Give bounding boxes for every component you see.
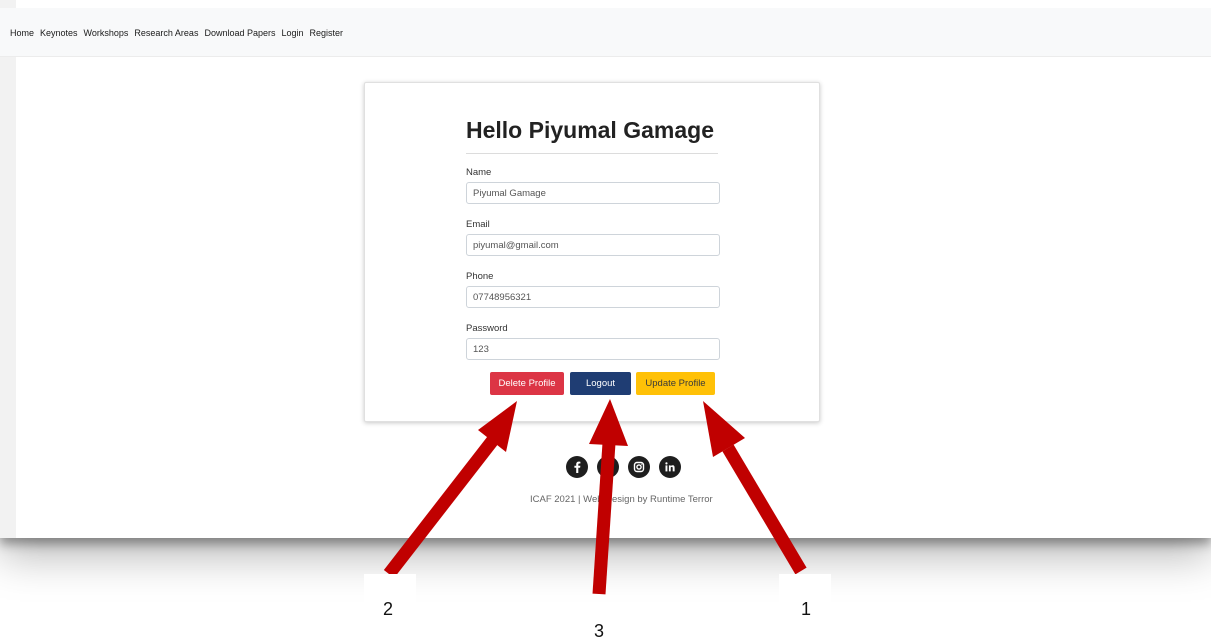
social-links bbox=[566, 456, 681, 478]
email-field[interactable] bbox=[466, 234, 720, 256]
logout-button[interactable]: Logout bbox=[570, 372, 631, 395]
profile-card: Hello Piyumal Gamage Name Email Phone Pa… bbox=[364, 82, 820, 422]
nav-home[interactable]: Home bbox=[10, 28, 34, 38]
facebook-icon[interactable] bbox=[566, 456, 588, 478]
linkedin-icon[interactable] bbox=[659, 456, 681, 478]
page-title: Hello Piyumal Gamage bbox=[466, 117, 714, 143]
password-field[interactable] bbox=[466, 338, 720, 360]
callout-label-3: 3 bbox=[594, 621, 605, 641]
nav-keynotes[interactable]: Keynotes bbox=[40, 28, 78, 38]
browser-window: Home Keynotes Workshops Research Areas D… bbox=[0, 0, 1211, 538]
callout-label-1: 1 bbox=[801, 599, 812, 619]
footer-text: ICAF 2021 | Web Design by Runtime Terror bbox=[530, 494, 713, 505]
email-label: Email bbox=[466, 219, 490, 230]
nav-register[interactable]: Register bbox=[310, 28, 344, 38]
nav-login[interactable]: Login bbox=[282, 28, 304, 38]
callout-label-2: 2 bbox=[383, 599, 394, 619]
update-profile-button[interactable]: Update Profile bbox=[636, 372, 715, 395]
twitter-icon[interactable] bbox=[597, 456, 619, 478]
password-label: Password bbox=[466, 323, 508, 334]
name-field[interactable] bbox=[466, 182, 720, 204]
name-label: Name bbox=[466, 167, 492, 178]
phone-label: Phone bbox=[466, 271, 494, 282]
nav-links: Home Keynotes Workshops Research Areas D… bbox=[10, 28, 343, 38]
nav-research-areas[interactable]: Research Areas bbox=[134, 28, 198, 38]
delete-profile-button[interactable]: Delete Profile bbox=[490, 372, 564, 395]
nav-download-papers[interactable]: Download Papers bbox=[204, 28, 275, 38]
instagram-icon[interactable] bbox=[628, 456, 650, 478]
nav-workshops[interactable]: Workshops bbox=[84, 28, 129, 38]
navbar: Home Keynotes Workshops Research Areas D… bbox=[0, 8, 1211, 57]
title-divider bbox=[466, 153, 718, 154]
phone-field[interactable] bbox=[466, 286, 720, 308]
